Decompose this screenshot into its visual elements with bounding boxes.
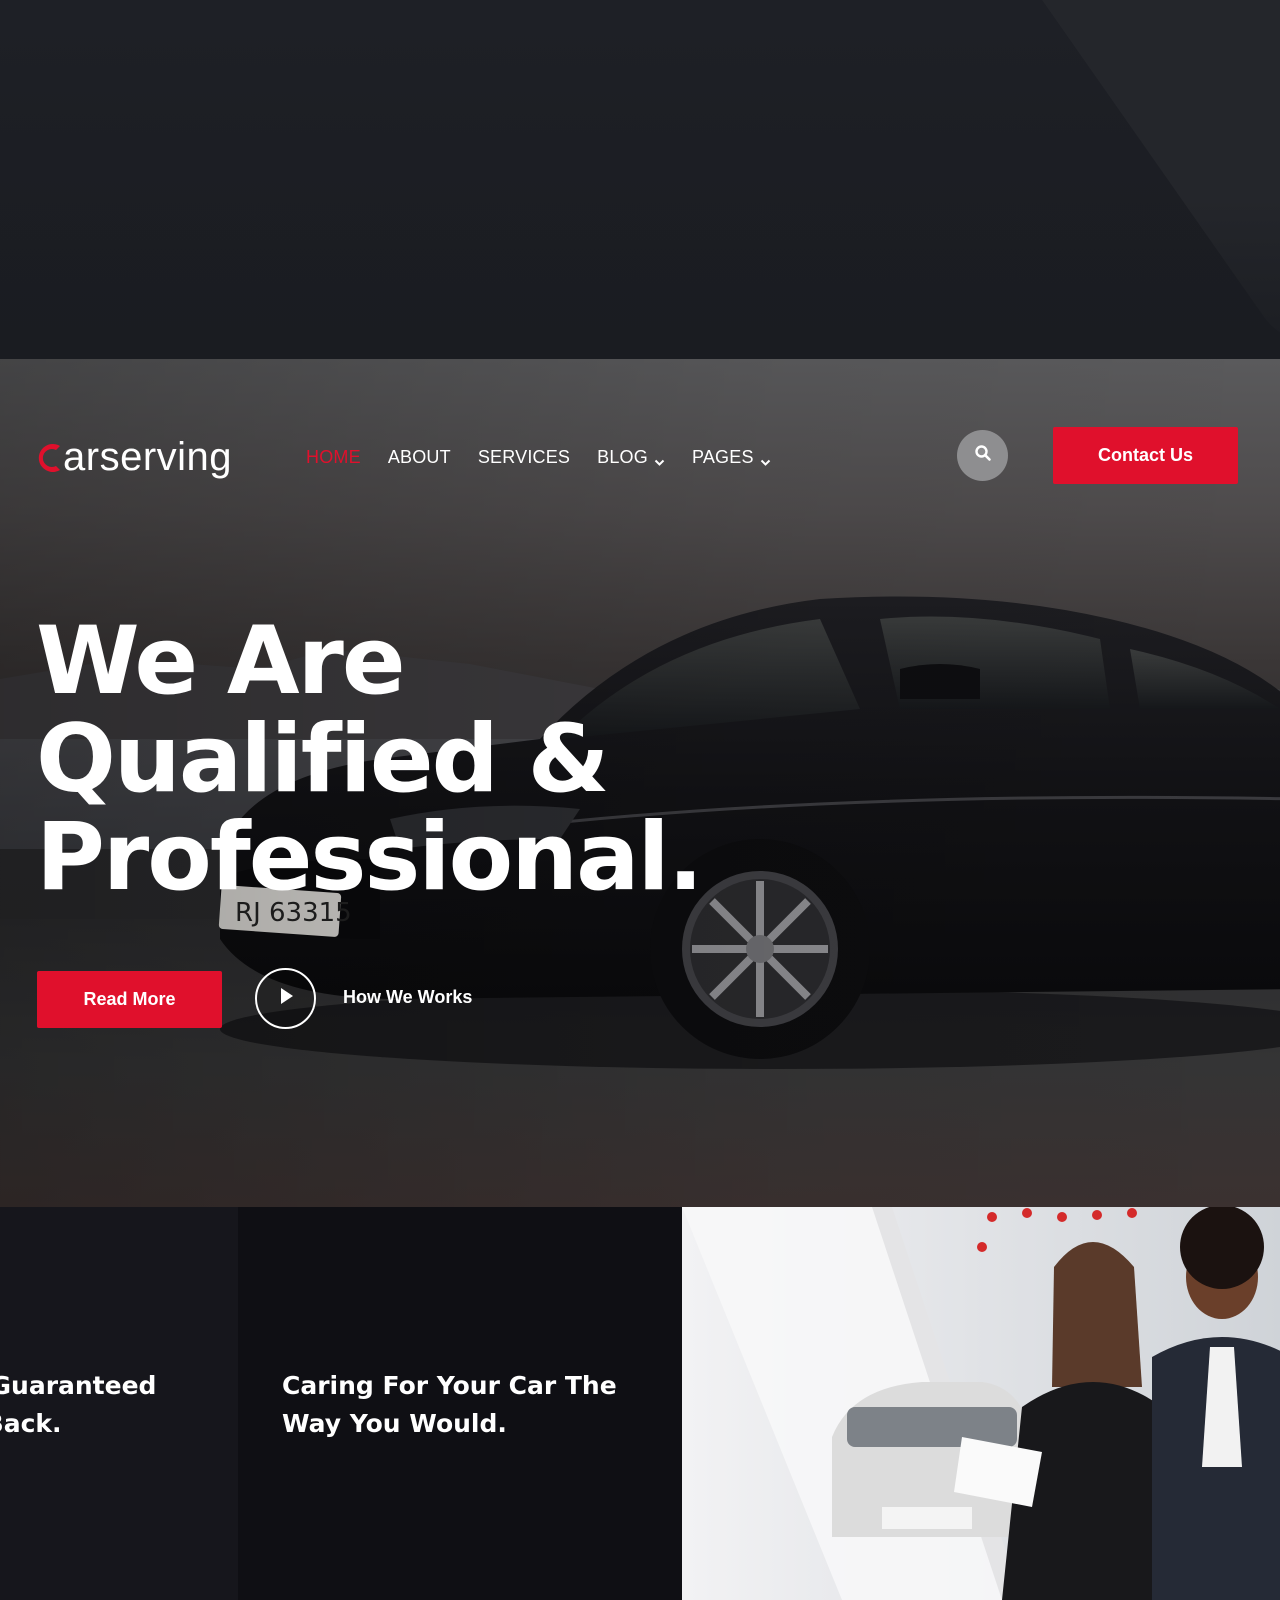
hero-title: We Are Qualified & Professional. bbox=[36, 607, 703, 912]
nav-item-pages[interactable]: PAGES bbox=[692, 447, 771, 468]
feature-card: n Guaranteed t Back. bbox=[0, 1207, 238, 1600]
search-button[interactable] bbox=[957, 430, 1008, 481]
chevron-down-icon bbox=[654, 452, 665, 466]
logo-mark-icon bbox=[36, 440, 62, 474]
nav-item-blog[interactable]: BLOG bbox=[597, 447, 665, 468]
showroom-photo bbox=[682, 1207, 1280, 1600]
navbar: arserving HOME ABOUT SERVICES BLOG PAGES bbox=[0, 359, 1280, 549]
logo[interactable]: arserving bbox=[36, 427, 232, 487]
nav-item-home[interactable]: HOME bbox=[306, 447, 361, 468]
nav-item-services[interactable]: SERVICES bbox=[478, 447, 570, 468]
read-more-button[interactable]: Read More bbox=[37, 971, 222, 1028]
nav-item-about[interactable]: ABOUT bbox=[388, 447, 451, 468]
play-video-button[interactable] bbox=[255, 968, 316, 1029]
feature-title: Caring For Your Car The Way You Would. bbox=[282, 1371, 617, 1438]
top-banner bbox=[0, 0, 1280, 359]
hero-section: RJ 63315 arserving HOME bbox=[0, 359, 1280, 1207]
feature-title: n Guaranteed t Back. bbox=[0, 1371, 157, 1438]
chevron-down-icon bbox=[760, 452, 771, 466]
logo-text: arserving bbox=[63, 434, 233, 479]
contact-us-button[interactable]: Contact Us bbox=[1053, 427, 1238, 484]
how-we-works-link[interactable]: How We Works bbox=[343, 987, 472, 1008]
search-icon bbox=[974, 444, 992, 467]
feature-card: Caring For Your Car The Way You Would. bbox=[238, 1207, 682, 1600]
features-section: n Guaranteed t Back. Caring For Your Car… bbox=[0, 1207, 1280, 1600]
play-icon bbox=[278, 987, 294, 1010]
main-nav: HOME ABOUT SERVICES BLOG PAGES bbox=[306, 447, 798, 468]
